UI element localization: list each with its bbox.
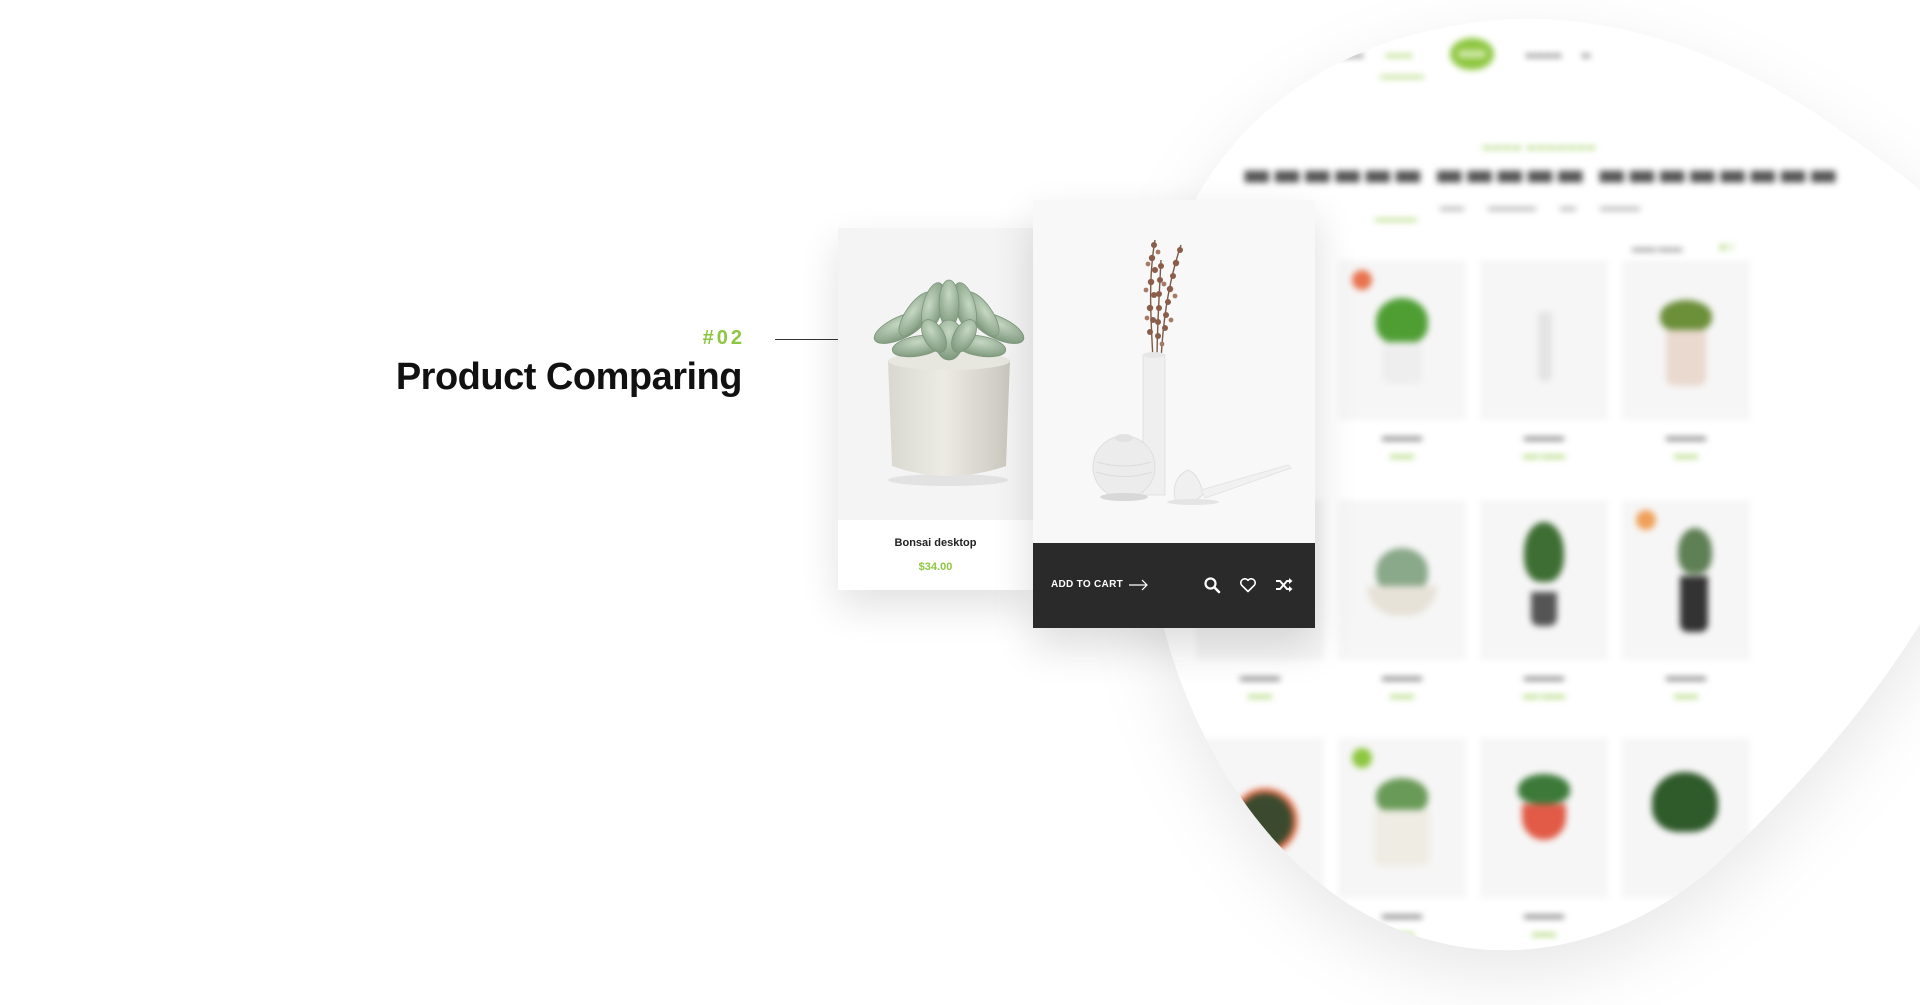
shop-card: ▬▬▬▬▬ ▬▬▬ xyxy=(1338,500,1466,710)
shop-card: ▬▬▬▬▬ ▬▬▬ xyxy=(1196,738,1324,948)
arrow-right-icon[interactable] xyxy=(1129,579,1149,591)
product-price: $34.00 xyxy=(918,561,953,573)
nav-placeholder: ▬▬▬▬ xyxy=(1526,50,1562,59)
feature-number: #02 xyxy=(702,327,745,349)
succulent-pot-image xyxy=(873,279,1025,486)
filter-underline xyxy=(1375,219,1417,221)
nav-placeholder: ▬ xyxy=(1582,50,1591,59)
shop-card: ▬▬▬▬▬ ▬▬▬ xyxy=(1338,738,1466,948)
product-image[interactable] xyxy=(1033,200,1315,543)
shop-overline: ▬▬▬▬ ▬▬▬▬▬▬▬ xyxy=(1482,142,1598,151)
shop-card: ▬▬▬▬▬ ▬▬▬ xyxy=(1480,738,1608,948)
nav-placeholder: ▬▬▬▬ xyxy=(1328,50,1364,59)
nav-placeholder: ▬▬▬ xyxy=(1386,50,1413,59)
connector-line xyxy=(775,339,845,340)
add-to-cart-button[interactable]: ADD TO CART xyxy=(1051,579,1123,590)
view-toggle-icon: ■ ≡ xyxy=(1720,242,1734,252)
product-action-bar: ADD TO CART xyxy=(1033,543,1315,628)
search-icon[interactable] xyxy=(1203,576,1221,594)
shop-card: ▬▬▬▬▬ ▬▬▬ xyxy=(1338,260,1466,470)
product-name[interactable]: Bonsai desktop xyxy=(838,537,1033,549)
feature-title: Product Comparing xyxy=(395,356,743,398)
product-card-bonsai[interactable]: Bonsai desktop $34.00 xyxy=(838,228,1033,590)
vase-dried-flowers-image xyxy=(1092,239,1292,505)
shop-title: ▬▬▬▬▬▬ ▬▬▬▬▬ ▬▬▬▬▬▬▬▬ xyxy=(1241,155,1839,193)
shop-card: ▬▬▬▬▬ ▬▬▬ xyxy=(1622,738,1750,948)
heart-icon[interactable] xyxy=(1239,576,1257,594)
nav-underline xyxy=(1380,76,1424,78)
nav-placeholder: ▬▬ xyxy=(1292,50,1310,59)
shop-card: ▬▬▬▬▬ ▬▬▬ xyxy=(1622,260,1750,470)
shop-logo xyxy=(1450,38,1494,70)
shuffle-icon[interactable] xyxy=(1275,576,1293,594)
sort-control: ▬▬▬ ▬▬▬ xyxy=(1632,244,1683,253)
shop-card: ▬▬▬▬▬ ▬▬ ▬▬▬ xyxy=(1480,500,1608,710)
product-image[interactable] xyxy=(838,228,1033,520)
shop-card: ▬▬▬▬▬ ▬▬▬ xyxy=(1622,500,1750,710)
product-card-vase[interactable]: ADD TO CART xyxy=(1033,200,1315,628)
shop-card: ▬▬▬▬▬ ▬▬ ▬▬▬ xyxy=(1480,260,1608,470)
